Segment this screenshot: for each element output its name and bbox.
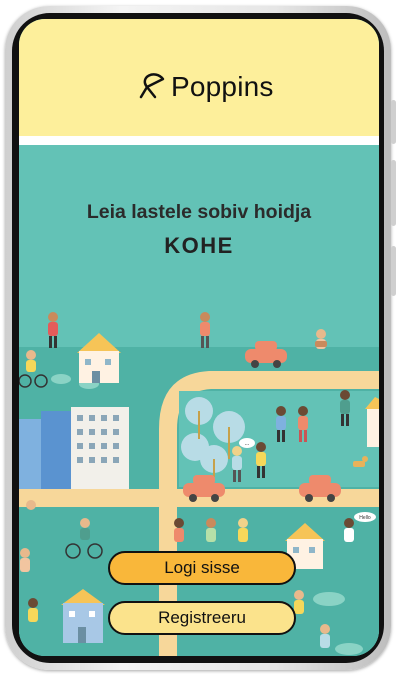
register-button[interactable]: Registreeru: [108, 601, 296, 635]
app-logo: Poppins: [137, 71, 274, 103]
header-divider: [19, 136, 379, 145]
phone-side-button: [391, 246, 396, 296]
login-button[interactable]: Logi sisse: [108, 551, 296, 585]
app-screen: ... Hello Poppins Leia lastele sobiv hoi…: [19, 19, 379, 656]
app-logo-text: Poppins: [171, 71, 274, 102]
phone-side-button: [391, 160, 396, 226]
hero-subline: KOHE: [164, 233, 234, 258]
hero-headline: Leia lastele sobiv hoidja: [86, 201, 312, 223]
phone-side-button: [391, 100, 396, 144]
app-header: Poppins: [19, 19, 379, 136]
speech-bubble-text: ...: [244, 441, 249, 447]
umbrella-icon: [139, 73, 165, 99]
speech-bubble-text: Hello: [359, 515, 371, 521]
